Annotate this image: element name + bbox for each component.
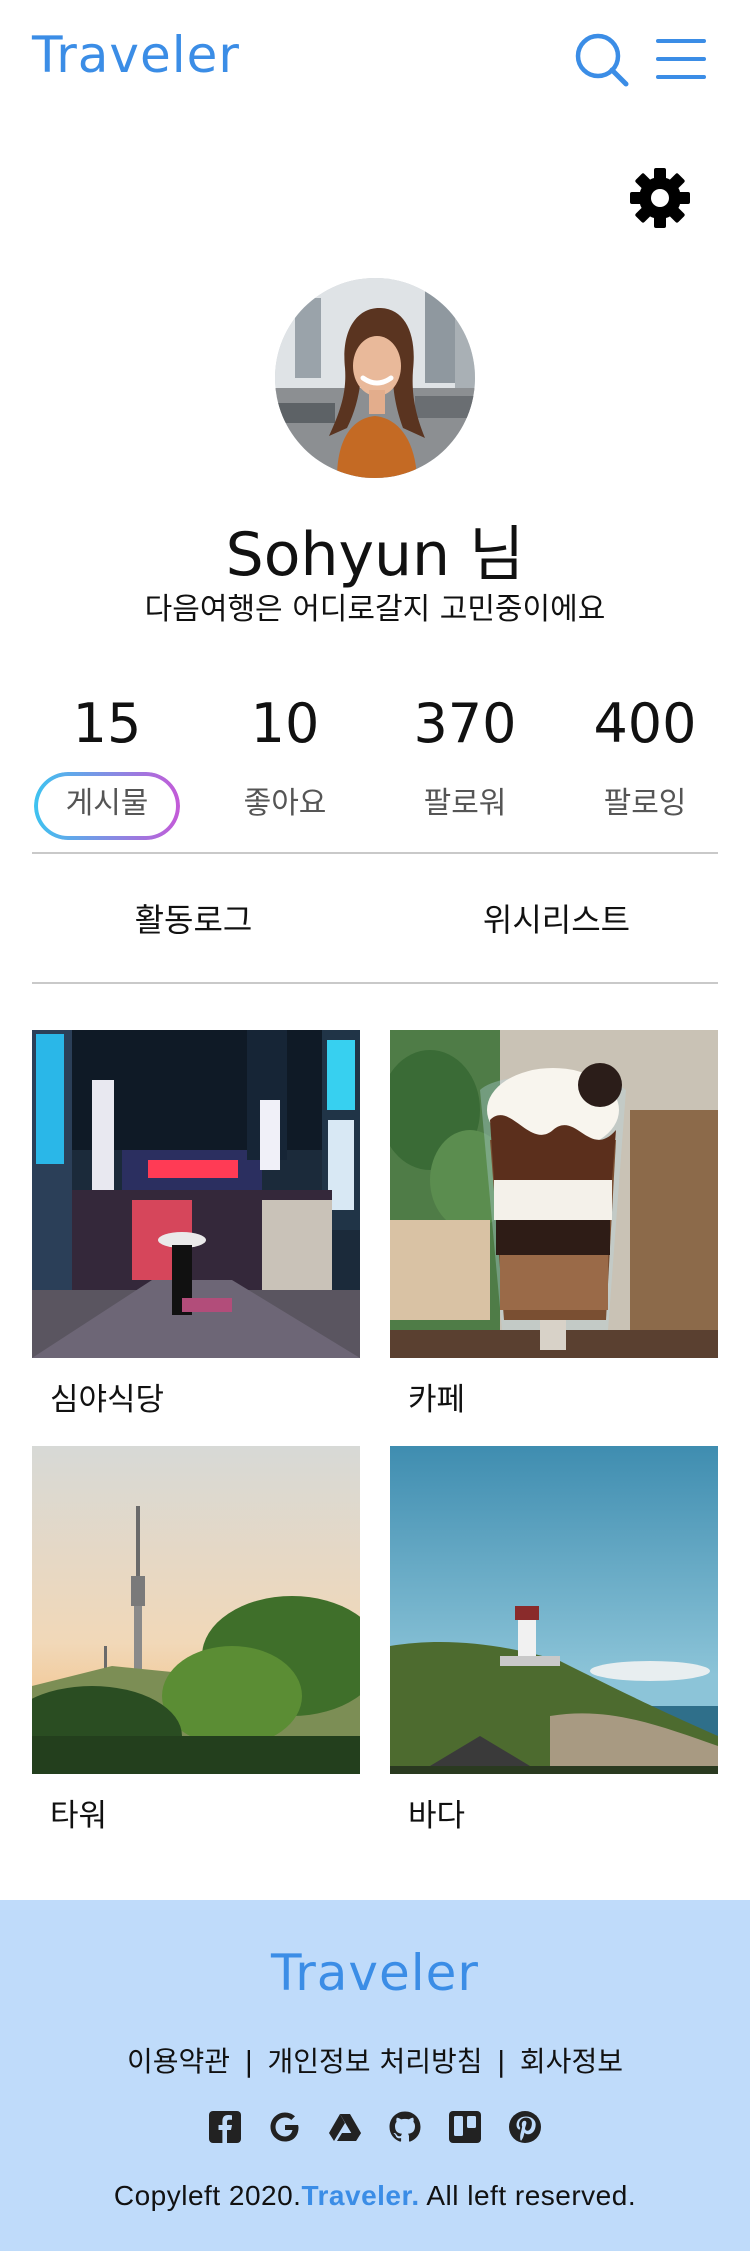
stat-value: 10	[250, 692, 320, 755]
tab-wishlist[interactable]: 위시리스트	[385, 890, 728, 950]
gear-icon	[630, 168, 690, 228]
copyright: Copyleft 2020.Traveler. All left reserve…	[0, 2180, 750, 2212]
avatar-photo	[275, 278, 475, 478]
post-card[interactable]: 바다	[390, 1446, 718, 1846]
post-thumbnail	[390, 1446, 718, 1774]
tab-activity-log[interactable]: 활동로그	[22, 890, 365, 950]
stat-label: 팔로잉	[603, 786, 687, 821]
stat-label: 팔로워	[423, 786, 507, 821]
post-thumbnail	[32, 1030, 360, 1358]
footer-links: 이용약관 | 개인정보 처리방침 | 회사정보	[0, 2040, 750, 2080]
copyright-suffix: All left reserved.	[419, 2180, 637, 2211]
divider	[32, 852, 718, 854]
post-title: 카페	[408, 1382, 466, 1418]
stat-value: 400	[593, 692, 697, 755]
stat-posts[interactable]: 15 게시물	[32, 690, 182, 840]
search-button[interactable]	[574, 32, 630, 88]
github-icon[interactable]	[388, 2110, 422, 2144]
google-icon[interactable]	[268, 2110, 302, 2144]
link-separator: |	[244, 2045, 254, 2078]
stat-value: 370	[413, 692, 517, 755]
google-drive-icon[interactable]	[328, 2110, 362, 2144]
post-title: 심야식당	[50, 1382, 165, 1418]
link-separator: |	[496, 2045, 506, 2078]
pinterest-icon[interactable]	[508, 2110, 542, 2144]
stat-following[interactable]: 400 팔로잉	[570, 690, 720, 840]
company-info-link[interactable]: 회사정보	[520, 2045, 623, 2078]
copyright-brand[interactable]: Traveler.	[301, 2180, 419, 2211]
post-card[interactable]: 카페	[390, 1030, 718, 1430]
stat-label: 게시물	[34, 772, 180, 840]
post-thumbnail	[390, 1030, 718, 1358]
trello-icon[interactable]	[448, 2110, 482, 2144]
hamburger-menu-icon	[656, 39, 706, 79]
avatar[interactable]	[275, 278, 475, 478]
profile-bio: 다음여행은 어디로갈지 고민중이에요	[144, 592, 606, 627]
footer: Traveler 이용약관 | 개인정보 처리방침 | 회사정보 Copyleft 20…	[0, 1900, 750, 2251]
privacy-link[interactable]: 개인정보 처리방침	[268, 2045, 483, 2078]
stat-value: 15	[72, 692, 142, 755]
footer-logo[interactable]: Traveler	[0, 1944, 750, 2002]
post-thumbnail	[32, 1446, 360, 1774]
stat-label: 좋아요	[243, 786, 327, 821]
post-card[interactable]: 타워	[32, 1446, 360, 1846]
logo[interactable]: Traveler	[32, 26, 240, 84]
menu-button[interactable]	[654, 36, 708, 82]
search-icon	[575, 33, 629, 87]
stat-likes[interactable]: 10 좋아요	[210, 690, 360, 840]
post-card[interactable]: 심야식당	[32, 1030, 360, 1430]
divider	[32, 982, 718, 984]
post-title: 바다	[408, 1798, 466, 1834]
facebook-icon[interactable]	[208, 2110, 242, 2144]
app-header: Traveler	[0, 0, 750, 120]
copyright-prefix: Copyleft 2020.	[113, 2180, 302, 2211]
stat-followers[interactable]: 370 팔로워	[390, 690, 540, 840]
post-title: 타워	[50, 1798, 108, 1834]
profile-stats: 15 게시물 10 좋아요 370 팔로워 400 팔로잉	[32, 690, 718, 840]
terms-link[interactable]: 이용약관	[127, 2045, 230, 2078]
social-links	[0, 2110, 750, 2150]
settings-button[interactable]	[628, 166, 692, 230]
profile-name: Sohyun 님	[225, 520, 525, 590]
